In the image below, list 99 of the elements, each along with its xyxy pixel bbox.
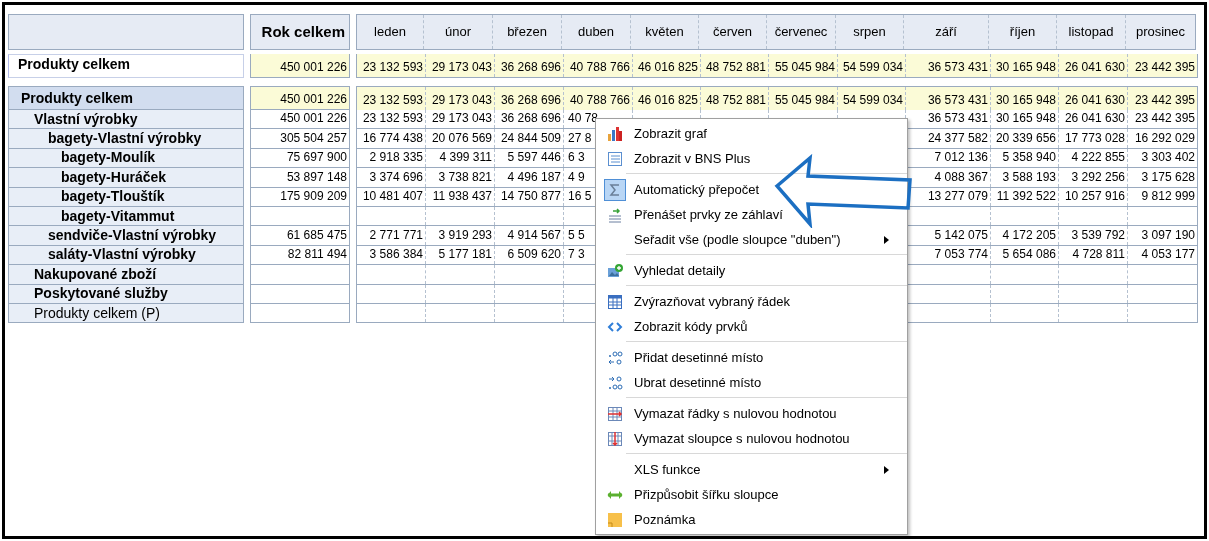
table-cell: 4 222 855 xyxy=(1059,148,1128,168)
column-header: listopad xyxy=(1057,15,1126,49)
column-header: srpen xyxy=(836,15,904,49)
table-cell: 5 177 181 xyxy=(426,245,495,265)
row-label: bagety-Moulík xyxy=(8,148,244,169)
table-cell-text: 3 303 402 xyxy=(1140,149,1196,167)
table-cell: 53 897 148 xyxy=(250,168,350,188)
column-header: červenec xyxy=(767,15,836,49)
row-label: Produkty celkem (P) xyxy=(8,303,244,324)
table-cell-text: 16 292 029 xyxy=(1133,129,1196,147)
table-cell: 3 292 256 xyxy=(1059,168,1128,187)
table-cell-text: 3 097 190 xyxy=(1140,226,1196,244)
table-cell: 75 697 900 xyxy=(250,148,350,169)
menu-item[interactable]: Přizpůsobit šířku sloupce xyxy=(596,482,907,507)
table-cell: 175 909 209 xyxy=(250,187,350,207)
menu-item[interactable]: Ubrat desetinné místo xyxy=(596,370,907,395)
table-cell: 11 938 437 xyxy=(426,187,495,206)
table-cell: 6 509 620 xyxy=(495,245,564,265)
column-header: leden xyxy=(357,15,424,49)
table-cell-text: 23 442 395 xyxy=(1133,92,1196,109)
row-label: Nakupované zboží xyxy=(8,265,244,285)
table-cell: 20 339 656 xyxy=(991,129,1059,148)
table-cell-text: 23 442 395 xyxy=(1133,110,1196,128)
table-cell: 46 016 825 xyxy=(633,54,701,77)
table-cell: 2 771 771 xyxy=(357,226,426,245)
table-cell: 16 774 438 xyxy=(357,129,426,148)
table-cell: 450 001 226 xyxy=(250,54,350,78)
table-cell: 3 919 293 xyxy=(426,226,495,245)
table-cell: 36 268 696 xyxy=(495,54,564,77)
table-cell: 4 728 811 xyxy=(1059,245,1128,265)
table-cell: 5 358 940 xyxy=(991,148,1059,168)
column-header: duben xyxy=(562,15,631,49)
table-cell: 2 918 335 xyxy=(357,148,426,168)
column-header: prosinec xyxy=(1134,23,1187,42)
table-cell: 3 539 792 xyxy=(1059,226,1128,245)
menu-item[interactable]: Vymazat řádky s nulovou hodnotou xyxy=(596,401,907,426)
table-cell: 29 173 043 xyxy=(426,54,495,77)
menu-item[interactable]: Přidat desetinné místo xyxy=(596,345,907,370)
row-label: bagety-Tlouštík xyxy=(8,187,244,207)
menu-item[interactable]: Zobrazit kódy prvků xyxy=(596,314,907,339)
table-cell: 305 504 257 xyxy=(250,129,350,149)
table-cell: 36 573 431 xyxy=(906,54,991,77)
column-header: Rok celkem xyxy=(250,14,350,50)
table-cell: 30 165 948 xyxy=(991,54,1059,77)
menu-item[interactable]: Poznámka xyxy=(596,507,907,532)
table-cell: 450 001 226 xyxy=(250,110,350,130)
table-cell: 40 788 766 xyxy=(564,54,633,77)
column-header: září xyxy=(904,15,989,49)
column-header: únor xyxy=(424,15,493,49)
row-label: sendviče-Vlastní výrobky xyxy=(8,226,244,246)
table-cell-text: 3 175 628 xyxy=(1140,168,1196,186)
table-cell: 5 654 086 xyxy=(991,245,1059,265)
table-cell-text: 23 442 395 xyxy=(1133,59,1196,76)
table-cell: 23 132 593 xyxy=(357,54,426,77)
table-cell: 82 811 494 xyxy=(250,245,350,266)
table-cell: 26 041 630 xyxy=(1059,110,1128,129)
row-label: saláty-Vlastní výrobky xyxy=(8,245,244,266)
column-header: květen xyxy=(631,15,699,49)
table-cell: 36 268 696 xyxy=(495,110,564,129)
table-cell: 3 586 384 xyxy=(357,245,426,265)
column-header: říjen xyxy=(989,15,1057,49)
table-cell: 30 165 948 xyxy=(991,110,1059,129)
menu-item[interactable]: Vymazat sloupce s nulovou hodnotou xyxy=(596,426,907,451)
table-cell: 55 045 984 xyxy=(769,54,838,77)
table-cell-text: 4 053 177 xyxy=(1140,246,1196,264)
table-cell: 29 173 043 xyxy=(426,110,495,129)
table-cell: 14 750 877 xyxy=(495,187,564,206)
row-label: bagety-Huráček xyxy=(8,168,244,188)
row-label: Vlastní výrobky xyxy=(8,110,244,130)
table-cell: 3 588 193 xyxy=(991,168,1059,187)
table-cell: 11 392 522 xyxy=(991,187,1059,206)
table-cell: 4 399 311 xyxy=(426,148,495,168)
column-header: červen xyxy=(699,15,767,49)
table-cell: 54 599 034 xyxy=(838,54,906,77)
table-cell: 4 496 187 xyxy=(495,168,564,187)
table-cell: 450 001 226 xyxy=(250,86,350,110)
table-cell: 20 076 569 xyxy=(426,129,495,148)
menu-item[interactable]: XLS funkce xyxy=(596,457,907,482)
row-label: Produkty celkem xyxy=(8,86,244,110)
table-cell: 5 597 446 xyxy=(495,148,564,168)
table-cell: 3 738 821 xyxy=(426,168,495,187)
table-cell: 10 481 407 xyxy=(357,187,426,206)
table-cell: 17 773 028 xyxy=(1059,129,1128,148)
table-cell: 3 374 696 xyxy=(357,168,426,187)
table-cell: 61 685 475 xyxy=(250,226,350,246)
row-label: Produkty celkem xyxy=(8,54,244,78)
table-cell: 48 752 881 xyxy=(701,54,769,77)
table-cell: 26 041 630 xyxy=(1059,54,1128,77)
table-cell: 4 914 567 xyxy=(495,226,564,245)
column-header: březen xyxy=(493,15,562,49)
table-cell: 10 257 916 xyxy=(1059,187,1128,206)
table-cell: 24 844 509 xyxy=(495,129,564,148)
table-cell-text: 9 812 999 xyxy=(1140,187,1196,205)
row-label: bagety-Vlastní výrobky xyxy=(8,129,244,149)
row-label: Poskytované služby xyxy=(8,284,244,304)
row-label: bagety-Vitammut xyxy=(8,206,244,227)
table-cell: 4 172 205 xyxy=(991,226,1059,245)
menu-item[interactable]: Zvýrazňovat vybraný řádek xyxy=(596,289,907,314)
table-cell: 23 132 593 xyxy=(357,110,426,129)
